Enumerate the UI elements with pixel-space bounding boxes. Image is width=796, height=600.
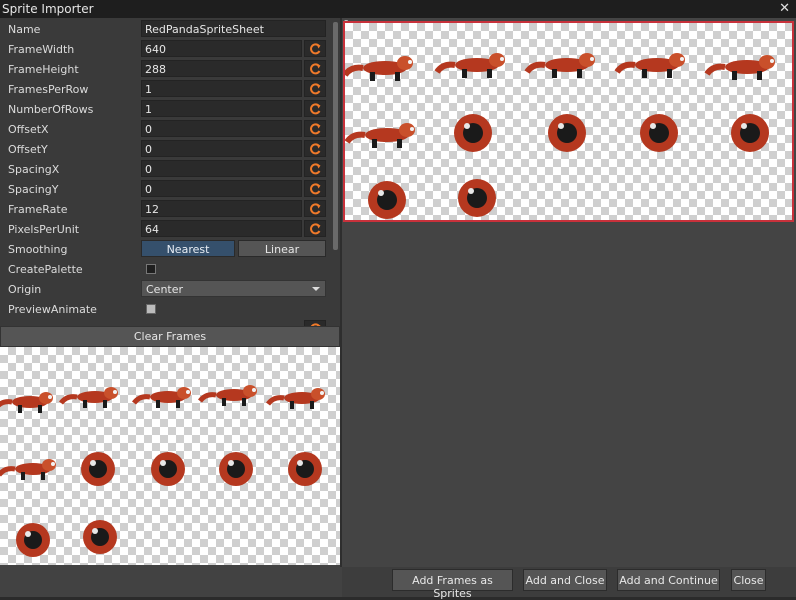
property-row-previewanimate: PreviewAnimate (0, 299, 330, 319)
frame-sprite[interactable] (0, 392, 53, 413)
property-row-offsetx: OffsetX 0 (0, 119, 330, 139)
property-label: FrameWidth (8, 43, 75, 56)
reset-icon[interactable] (304, 60, 326, 77)
reset-icon[interactable] (304, 140, 326, 157)
property-row-smoothing: Smoothing Nearest Linear (0, 239, 330, 259)
sheet-sprite (437, 53, 505, 78)
property-label: SpacingX (8, 163, 60, 176)
offsety-input[interactable]: 0 (141, 140, 302, 157)
sheet-sprite (527, 53, 595, 78)
frame-sprite[interactable] (61, 387, 118, 408)
property-row-framewidth: FrameWidth 640 (0, 39, 330, 59)
close-button[interactable]: Close (731, 569, 766, 591)
property-row-name: Name RedPandaSpriteSheet (0, 19, 330, 39)
frame-sprite[interactable] (200, 385, 257, 406)
origin-dropdown[interactable]: Center (141, 280, 326, 297)
property-label: Name (8, 23, 41, 36)
property-row-framesperrow: FramesPerRow 1 (0, 79, 330, 99)
property-row-numberofrows: NumberOfRows 1 (0, 99, 330, 119)
sheet-sprite (640, 114, 678, 152)
property-label: FrameRate (8, 203, 68, 216)
reset-icon[interactable] (304, 220, 326, 237)
frame-sprite[interactable] (268, 388, 325, 409)
add-and-close-button[interactable]: Add and Close (523, 569, 607, 591)
property-row-createpalette: CreatePalette (0, 259, 330, 279)
clear-frames-button[interactable]: Clear Frames (0, 326, 340, 347)
frame-sprite[interactable] (134, 387, 191, 408)
frameheight-input[interactable]: 288 (141, 60, 302, 77)
property-label: FrameHeight (8, 63, 79, 76)
property-label: Origin (8, 283, 42, 296)
reset-icon[interactable] (304, 120, 326, 137)
property-row-pixelsperunit: PixelsPerUnit 64 (0, 219, 330, 239)
sheet-sprite (731, 114, 769, 152)
sheet-sprite (458, 179, 496, 217)
sprite-sheet-preview[interactable] (343, 21, 794, 222)
property-label: PixelsPerUnit (8, 223, 80, 236)
smoothing-linear-button[interactable]: Linear (238, 240, 326, 257)
spacingx-input[interactable]: 0 (141, 160, 302, 177)
sheet-sprite (707, 55, 775, 80)
sheet-sprite (617, 53, 685, 78)
chevron-down-icon (312, 287, 320, 291)
reset-icon[interactable] (304, 80, 326, 97)
sheet-sprite (368, 181, 406, 219)
sheet-sprite (548, 114, 586, 152)
frame-sprite[interactable] (151, 452, 185, 486)
property-row-frameheight: FrameHeight 288 (0, 59, 330, 79)
frames-panel (0, 347, 340, 565)
frame-sprite[interactable] (288, 452, 322, 486)
spacingy-input[interactable]: 0 (141, 180, 302, 197)
add-frames-as-sprites-button[interactable]: Add Frames as Sprites (392, 569, 513, 600)
origin-value: Center (146, 283, 184, 296)
title-bar: Sprite Importer ✕ (0, 0, 796, 18)
frame-sprite[interactable] (16, 523, 50, 557)
property-row-origin: Origin Center (0, 279, 330, 299)
property-label: NumberOfRows (8, 103, 94, 116)
pixelsperunit-input[interactable]: 64 (141, 220, 302, 237)
sprite-importer-window: Sprite Importer ✕ Name RedPandaSpriteShe… (0, 0, 796, 600)
framerate-input[interactable]: 12 (141, 200, 302, 217)
sheet-sprite (347, 123, 415, 148)
sheet-sprites (345, 23, 792, 219)
name-input[interactable]: RedPandaSpriteSheet (141, 20, 326, 37)
property-row-framerate: FrameRate 12 (0, 199, 330, 219)
property-label: SpacingY (8, 183, 59, 196)
property-label: CreatePalette (8, 263, 83, 276)
close-icon[interactable]: ✕ (779, 1, 790, 16)
framewidth-input[interactable]: 640 (141, 40, 302, 57)
reset-icon[interactable] (304, 180, 326, 197)
property-label: PreviewAnimate (8, 303, 97, 316)
reset-icon[interactable] (304, 200, 326, 217)
add-and-continue-button[interactable]: Add and Continue (617, 569, 720, 591)
property-label: Smoothing (8, 243, 68, 256)
property-label: OffsetX (8, 123, 49, 136)
property-row-partial (0, 319, 330, 326)
properties-panel: Name RedPandaSpriteSheet FrameWidth 640 … (0, 18, 340, 326)
createpalette-checkbox[interactable] (146, 264, 156, 274)
previewanimate-checkbox[interactable] (146, 304, 156, 314)
properties-scrollbar[interactable] (333, 22, 338, 250)
offsetx-input[interactable]: 0 (141, 120, 302, 137)
numberofrows-input[interactable]: 1 (141, 100, 302, 117)
sheet-sprite (345, 56, 413, 81)
property-label: FramesPerRow (8, 83, 89, 96)
smoothing-nearest-button[interactable]: Nearest (141, 240, 235, 257)
sheet-sprite (454, 114, 492, 152)
frame-sprite[interactable] (83, 520, 117, 554)
property-label: OffsetY (8, 143, 48, 156)
frame-sprite[interactable] (0, 459, 56, 480)
property-row-spacingy: SpacingY 0 (0, 179, 330, 199)
framesperrow-input[interactable]: 1 (141, 80, 302, 97)
reset-icon[interactable] (304, 40, 326, 57)
window-title: Sprite Importer (2, 2, 94, 16)
frame-sprite[interactable] (81, 452, 115, 486)
frame-sprite[interactable] (219, 452, 253, 486)
property-row-offsety: OffsetY 0 (0, 139, 330, 159)
reset-icon[interactable] (304, 160, 326, 177)
property-row-spacingx: SpacingX 0 (0, 159, 330, 179)
frames-sprites (0, 347, 340, 557)
reset-icon[interactable] (304, 100, 326, 117)
